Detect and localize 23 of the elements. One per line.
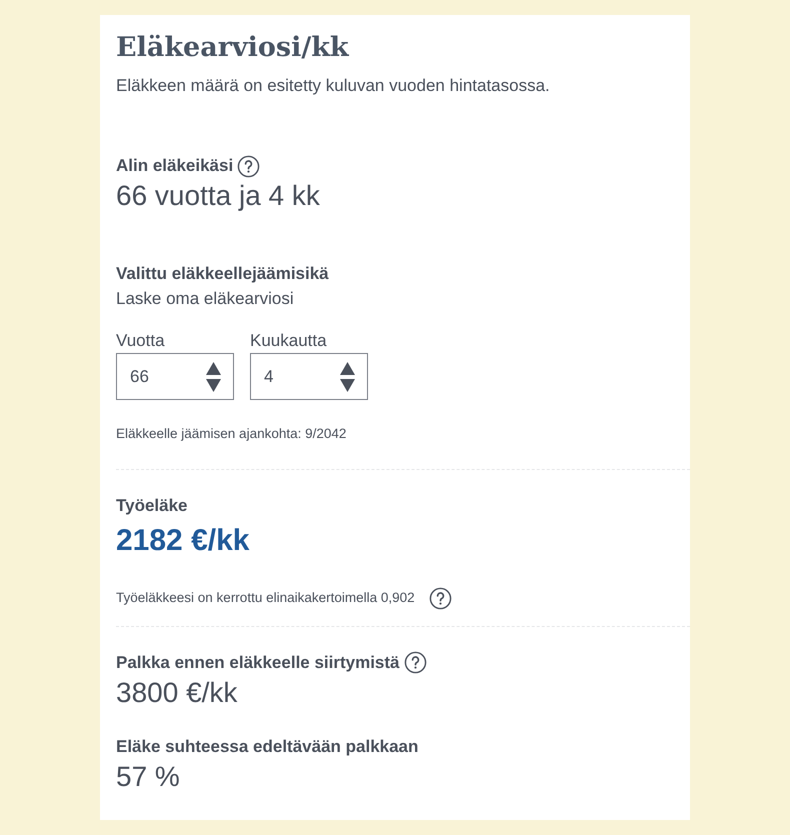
section-label: Valittu eläkkeellejäämisikä <box>116 263 329 286</box>
field-label: Kuukautta <box>250 330 328 352</box>
result-value: 57 % <box>116 760 181 794</box>
date-note: Eläkkeelle jäämisen ajankohta: 9/2042 <box>116 425 348 444</box>
section-label: Eläke suhteessa edeltävään palkkaan <box>116 736 418 758</box>
section-label: Alin eläkeikäsi <box>116 155 234 178</box>
field-label: Vuotta <box>116 330 166 352</box>
age-value: 66 vuotta ja 4 kk <box>116 179 321 214</box>
number-field[interactable]: 4 <box>250 353 368 400</box>
number-field[interactable]: 66 <box>116 353 234 400</box>
spinner-icon[interactable] <box>340 362 355 392</box>
page-title: Eläkearviosi/kk <box>116 31 350 65</box>
hint-text: Laske oma eläkearviosi <box>116 288 295 310</box>
spinner-icon[interactable] <box>206 362 221 392</box>
help-icon[interactable] <box>428 586 452 610</box>
help-icon[interactable] <box>404 651 427 674</box>
multiplier-note: Työeläkkeesi on kerrottu elinaikakertoimella 0,902 <box>116 588 415 607</box>
section-label: Palkka ennen eläkkeelle siirtymistä <box>116 652 400 674</box>
result-value: 3800 €/kk <box>116 676 238 710</box>
pension-amount: 2182 €/kk <box>116 522 250 559</box>
help-icon[interactable] <box>237 154 260 178</box>
subtitle-text: Eläkkeen määrä on esitetty kuluvan vuoden hintatasossa. <box>116 74 551 97</box>
section-label: Työeläke <box>116 494 188 517</box>
